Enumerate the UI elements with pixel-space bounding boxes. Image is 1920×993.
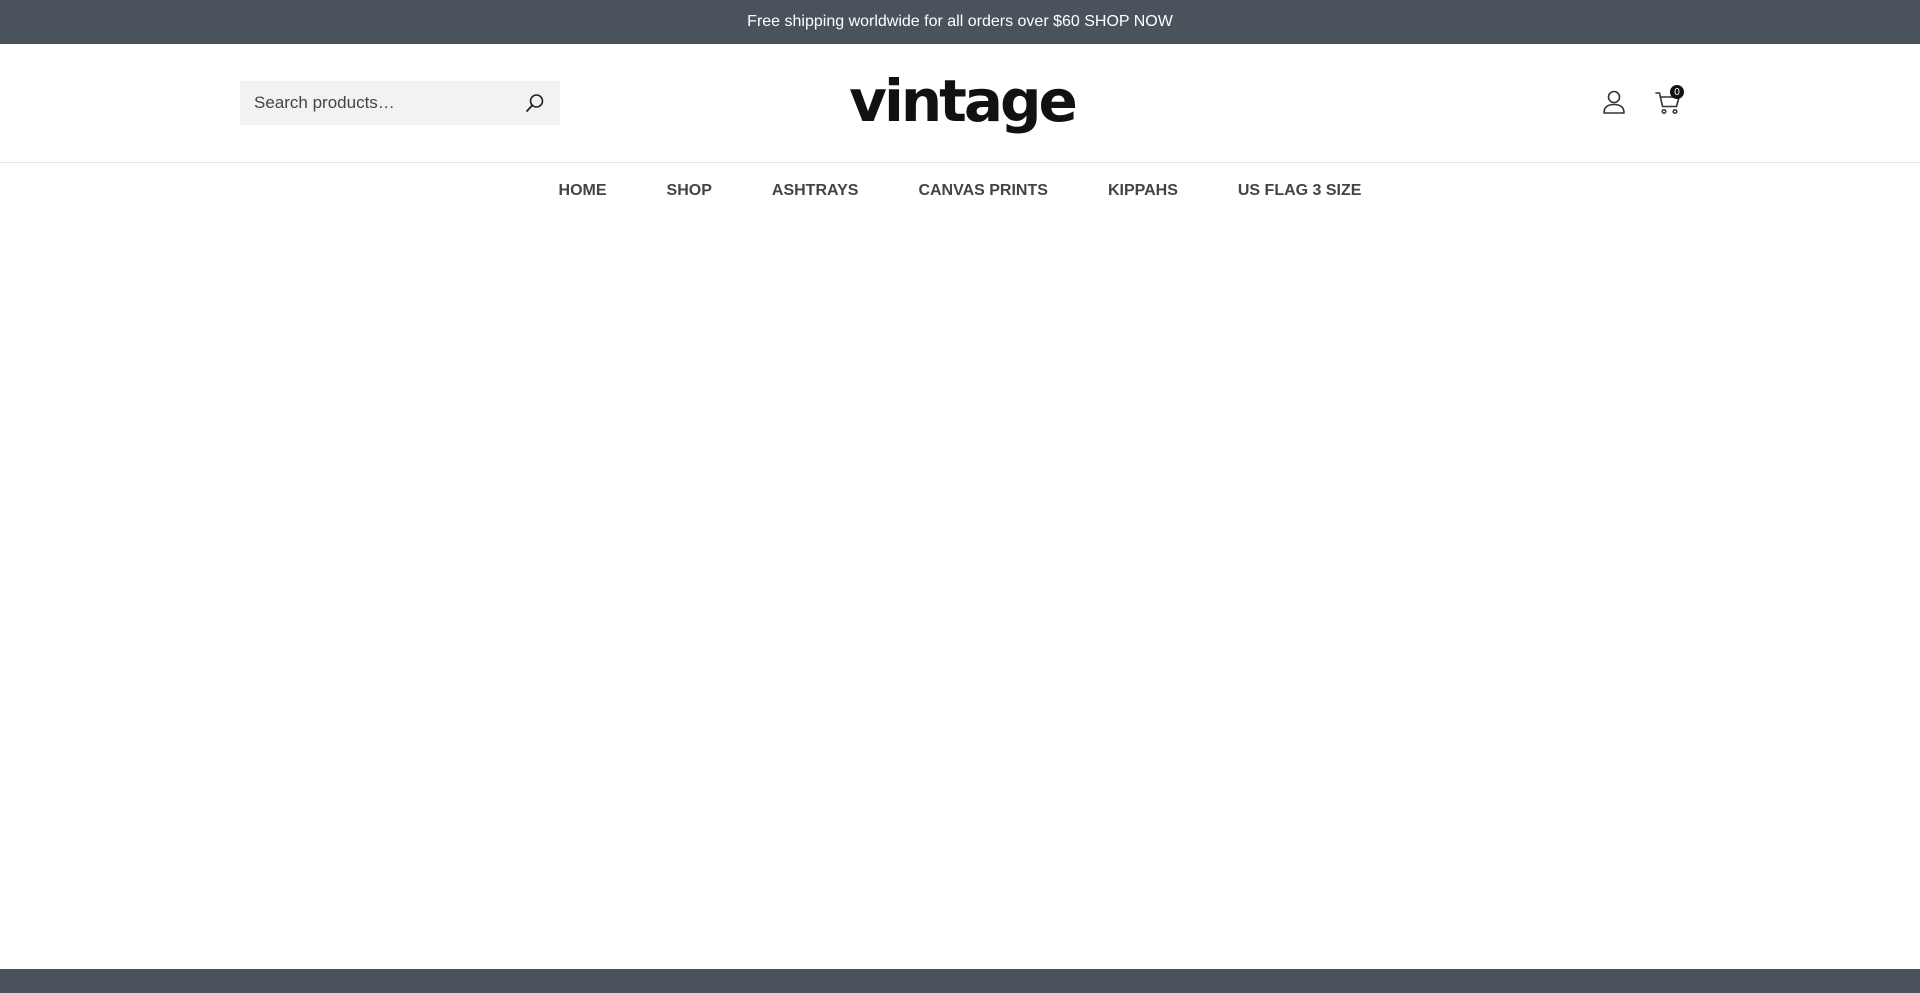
main-navigation: HOME SHOP ASHTRAYS CANVAS PRINTS KIPPAHS…: [0, 163, 1920, 219]
nav-item-shop[interactable]: SHOP: [667, 182, 712, 200]
nav-item-kippahs[interactable]: KIPPAHS: [1108, 182, 1178, 200]
nav-item-canvas-prints[interactable]: CANVAS PRINTS: [918, 182, 1048, 200]
announcement-bar: Free shipping worldwide for all orders o…: [0, 0, 1920, 44]
site-logo[interactable]: vintage: [849, 70, 1078, 132]
search-icon[interactable]: [524, 92, 546, 114]
user-icon[interactable]: [1602, 89, 1626, 115]
announcement-text[interactable]: Free shipping worldwide for all orders o…: [747, 13, 1173, 31]
cart-count-badge: 0: [1670, 85, 1684, 99]
footer-strip: [0, 969, 1920, 993]
nav-item-us-flag-3-size[interactable]: US FLAG 3 SIZE: [1238, 182, 1362, 200]
site-header: vintage 0: [0, 44, 1920, 163]
logo-text: vintage: [849, 67, 1078, 135]
nav-item-ashtrays[interactable]: ASHTRAYS: [772, 182, 859, 200]
nav-item-home[interactable]: HOME: [559, 182, 607, 200]
search-form: [240, 81, 560, 125]
search-input[interactable]: [240, 81, 514, 125]
